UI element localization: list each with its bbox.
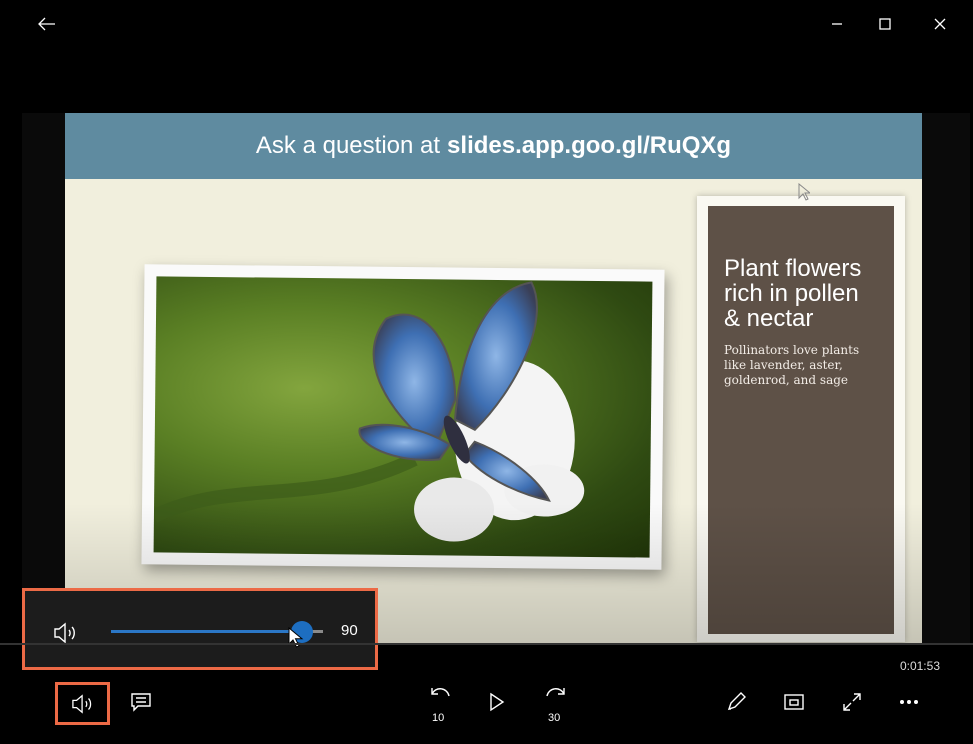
- elapsed-time: 0:01:53: [899, 659, 940, 673]
- play-button[interactable]: [484, 686, 510, 718]
- skip-forward-button[interactable]: 30: [538, 684, 574, 724]
- mini-view-icon: [784, 694, 804, 710]
- volume-value: 90: [341, 622, 358, 639]
- volume-popup: 90: [22, 588, 378, 670]
- fullscreen-icon: [843, 693, 861, 711]
- playback-controls: 10 30: [0, 676, 973, 744]
- speaker-icon: [71, 693, 91, 714]
- captions-button[interactable]: [125, 686, 157, 718]
- close-icon: [934, 18, 946, 30]
- minimize-button[interactable]: [822, 10, 852, 38]
- maximize-icon: [879, 18, 891, 30]
- skip-forward-30-icon: [546, 688, 565, 697]
- skip-back-10-icon: [431, 688, 450, 697]
- volume-slider-fill: [111, 630, 302, 633]
- pen-button[interactable]: [720, 686, 752, 718]
- presentation-slide: Ask a question at slides.app.goo.gl/RuQX…: [65, 113, 922, 643]
- skip-back-button[interactable]: 10: [422, 684, 458, 724]
- maximize-button[interactable]: [870, 10, 900, 38]
- arrow-left-icon: [38, 17, 55, 31]
- seek-bar[interactable]: [0, 643, 973, 645]
- more-icon: [900, 700, 918, 704]
- fullscreen-button[interactable]: [836, 686, 868, 718]
- volume-button[interactable]: [55, 682, 110, 725]
- slide-banner: Ask a question at slides.app.goo.gl/RuQX…: [65, 113, 922, 179]
- video-frame[interactable]: Ask a question at slides.app.goo.gl/RuQX…: [22, 113, 970, 643]
- skip-forward-label: 30: [548, 712, 561, 724]
- mouse-cursor-icon: [798, 183, 810, 201]
- more-button[interactable]: [893, 686, 925, 718]
- caption-title: Plant flowers rich in pollen & nectar: [724, 255, 862, 332]
- minimize-icon: [832, 23, 842, 25]
- close-button[interactable]: [925, 10, 955, 38]
- mouse-pointer-icon: [288, 627, 304, 648]
- mini-view-button[interactable]: [778, 686, 810, 718]
- skip-back-label: 10: [432, 712, 445, 724]
- pen-icon: [727, 692, 746, 711]
- banner-url: slides.app.goo.gl/RuQXg: [447, 132, 732, 159]
- title-bar: [0, 0, 973, 48]
- back-button[interactable]: [32, 10, 62, 38]
- play-icon: [490, 692, 505, 712]
- banner-prefix: Ask a question at: [255, 132, 441, 159]
- captions-icon: [131, 693, 151, 712]
- caption-text: Pollinators love plants like lavender, a…: [724, 343, 860, 387]
- speaker-icon[interactable]: [53, 621, 79, 645]
